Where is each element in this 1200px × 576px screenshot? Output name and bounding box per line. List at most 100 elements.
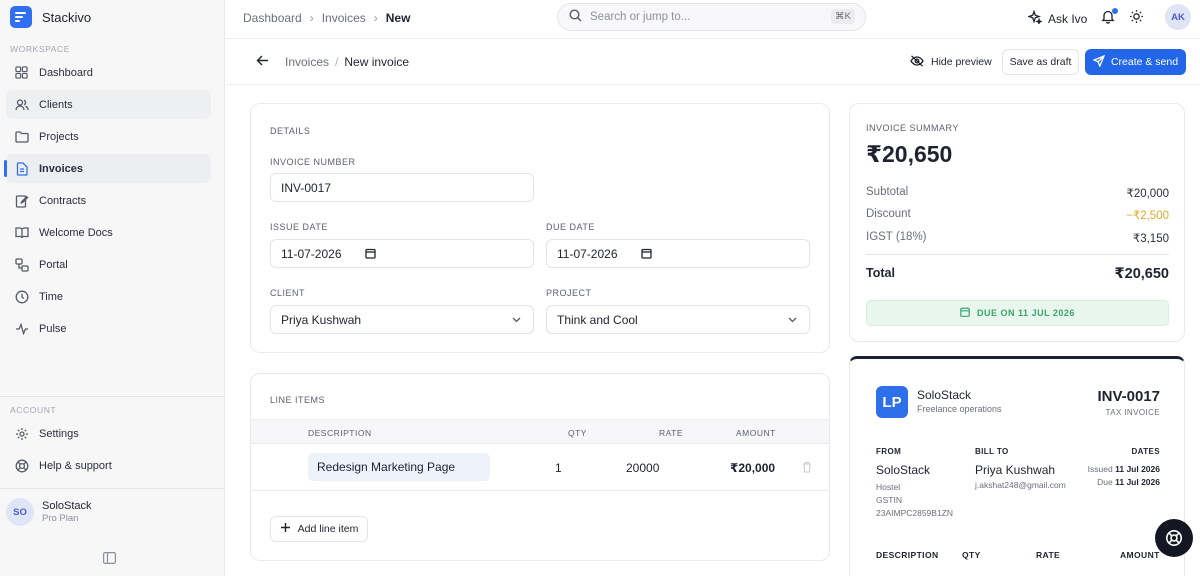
due-date-badge: DUE ON 11 JUL 2026 bbox=[866, 300, 1169, 326]
issue-date-label: ISSUE DATE bbox=[270, 222, 328, 232]
summary-total-amount: ₹20,650 bbox=[866, 141, 953, 167]
create-send-button[interactable]: Create & send bbox=[1085, 49, 1186, 75]
sidebar-item-label: Settings bbox=[39, 427, 79, 440]
line-item-rate-input[interactable]: 20000 bbox=[626, 461, 659, 475]
user-name: SoloStack bbox=[42, 500, 92, 512]
page-breadcrumb-invoices[interactable]: Invoices bbox=[285, 55, 329, 69]
preview-due: Due 11 Jul 2026 bbox=[1097, 477, 1160, 487]
preview-column-description: DESCRIPTION bbox=[876, 550, 939, 560]
preview-from-line3: 23AIMPC2859B1ZN bbox=[876, 508, 954, 518]
sidebar-item-clients[interactable]: Clients bbox=[6, 90, 211, 119]
breadcrumb: Dashboard › Invoices › New bbox=[243, 11, 410, 25]
back-arrow-icon[interactable] bbox=[256, 54, 270, 68]
theme-sun-icon[interactable] bbox=[1129, 9, 1145, 25]
add-line-item-button[interactable]: Add line item bbox=[270, 516, 368, 542]
add-line-item-label: Add line item bbox=[297, 523, 359, 535]
search-input[interactable]: Search or jump to... ⌘K bbox=[557, 3, 866, 31]
sidebar-item-label: Time bbox=[39, 290, 64, 303]
folder-icon bbox=[14, 129, 29, 144]
sidebar-item-dashboard[interactable]: Dashboard bbox=[6, 58, 211, 87]
breadcrumb-separator: / bbox=[335, 55, 339, 69]
discount-label: Discount bbox=[866, 208, 911, 220]
search-shortcut: ⌘K bbox=[831, 9, 855, 24]
issue-date-field[interactable]: 11-07-2026 bbox=[270, 239, 534, 268]
sidebar-item-label: Pulse bbox=[39, 322, 67, 335]
sidebar-item-help[interactable]: Help & support bbox=[6, 451, 211, 480]
preview-from-label: FROM bbox=[876, 447, 902, 456]
tax-label: IGST (18%) bbox=[866, 231, 927, 243]
preview-tagline: Freelance operations bbox=[917, 404, 1002, 414]
line-item-amount: ₹20,000 bbox=[730, 461, 776, 475]
notifications-bell-icon[interactable] bbox=[1101, 8, 1118, 25]
preview-issued: Issued 11 Jul 2026 bbox=[1088, 464, 1160, 474]
sidebar-item-settings[interactable]: Settings bbox=[6, 419, 211, 448]
sidebar-collapse-icon[interactable] bbox=[103, 552, 117, 565]
page-breadcrumb: Invoices / New invoice bbox=[285, 55, 409, 69]
sidebar-item-label: Help & support bbox=[39, 459, 112, 472]
save-draft-button[interactable]: Save as draft bbox=[1002, 49, 1079, 75]
brand[interactable]: Stackivo bbox=[10, 6, 91, 28]
avatar: SO bbox=[6, 498, 34, 526]
sidebar-divider bbox=[0, 488, 225, 489]
preview-bill-to-email: j.akshat248@gmail.com bbox=[975, 480, 1066, 490]
summary-divider bbox=[866, 254, 1169, 255]
chevron-right-icon: › bbox=[309, 11, 314, 25]
help-lifebuoy-button[interactable] bbox=[1155, 519, 1193, 557]
preview-dates-label: DATES bbox=[1131, 447, 1160, 456]
project-select[interactable]: Think and Cool bbox=[546, 305, 810, 334]
preview-from-name: SoloStack bbox=[876, 463, 931, 477]
sidebar-item-time[interactable]: Time bbox=[6, 282, 211, 311]
search-icon bbox=[569, 9, 582, 25]
sidebar-item-welcome-docs[interactable]: Welcome Docs bbox=[6, 218, 211, 247]
brand-name: Stackivo bbox=[42, 9, 92, 25]
calendar-icon[interactable] bbox=[365, 248, 377, 260]
client-value: Priya Kushwah bbox=[281, 312, 362, 327]
plus-icon bbox=[280, 522, 291, 536]
due-label: Due bbox=[1097, 477, 1113, 487]
sidebar-item-projects[interactable]: Projects bbox=[6, 122, 211, 151]
hide-preview-label: Hide preview bbox=[931, 56, 992, 68]
sparkle-icon bbox=[1027, 9, 1044, 27]
column-header-description: DESCRIPTION bbox=[308, 428, 372, 438]
due-date-field[interactable]: 11-07-2026 bbox=[546, 239, 810, 268]
sidebar-item-invoices[interactable]: Invoices bbox=[4, 154, 211, 183]
sidebar-item-label: Clients bbox=[39, 98, 73, 111]
breadcrumb-dashboard[interactable]: Dashboard bbox=[243, 11, 302, 25]
sidebar-divider bbox=[0, 396, 225, 397]
sidebar-item-portal[interactable]: Portal bbox=[6, 250, 211, 279]
file-icon bbox=[14, 161, 29, 176]
ask-ivo-button[interactable]: Ask Ivo bbox=[1027, 9, 1087, 27]
invoice-number-label: INVOICE NUMBER bbox=[270, 157, 356, 167]
avatar[interactable]: AK bbox=[1165, 4, 1191, 30]
preview-invoice-type: TAX INVOICE bbox=[1105, 408, 1160, 417]
users-icon bbox=[14, 97, 29, 112]
column-header-qty: QTY bbox=[568, 428, 587, 438]
subtotal-value: ₹20,000 bbox=[1126, 188, 1170, 200]
line-item-description-input[interactable]: Redesign Marketing Page bbox=[308, 453, 490, 481]
client-select[interactable]: Priya Kushwah bbox=[270, 305, 534, 334]
sidebar-item-contracts[interactable]: Contracts bbox=[6, 186, 211, 215]
sidebar-item-pulse[interactable]: Pulse bbox=[6, 314, 211, 343]
sidebar-item-label: Contracts bbox=[39, 194, 87, 207]
project-value: Think and Cool bbox=[557, 312, 638, 327]
search-placeholder: Search or jump to... bbox=[590, 11, 691, 23]
user-card[interactable]: SO SoloStack Pro Plan bbox=[6, 498, 92, 526]
company-logo: LP bbox=[876, 386, 908, 418]
user-plan: Pro Plan bbox=[42, 513, 79, 524]
line-item-qty-input[interactable]: 1 bbox=[555, 461, 562, 475]
calendar-icon[interactable] bbox=[641, 248, 653, 260]
preview-company-name: SoloStack bbox=[917, 388, 972, 402]
clock-icon bbox=[14, 289, 29, 304]
column-header-rate: RATE bbox=[659, 428, 684, 438]
hide-preview-button[interactable]: Hide preview bbox=[910, 49, 992, 75]
page-title: New invoice bbox=[344, 55, 410, 69]
line-items-title: LINE ITEMS bbox=[270, 395, 326, 405]
breadcrumb-invoices[interactable]: Invoices bbox=[322, 11, 366, 25]
create-send-label: Create & send bbox=[1110, 56, 1179, 68]
breadcrumb-current: New bbox=[385, 11, 411, 25]
invoice-number-field[interactable]: INV-0017 bbox=[270, 173, 534, 202]
trash-icon[interactable] bbox=[802, 461, 812, 476]
header-divider bbox=[226, 84, 1200, 85]
preview-from-line1: Hostel bbox=[876, 482, 901, 492]
top-bar: Dashboard › Invoices › New Search or jum… bbox=[226, 0, 1200, 39]
